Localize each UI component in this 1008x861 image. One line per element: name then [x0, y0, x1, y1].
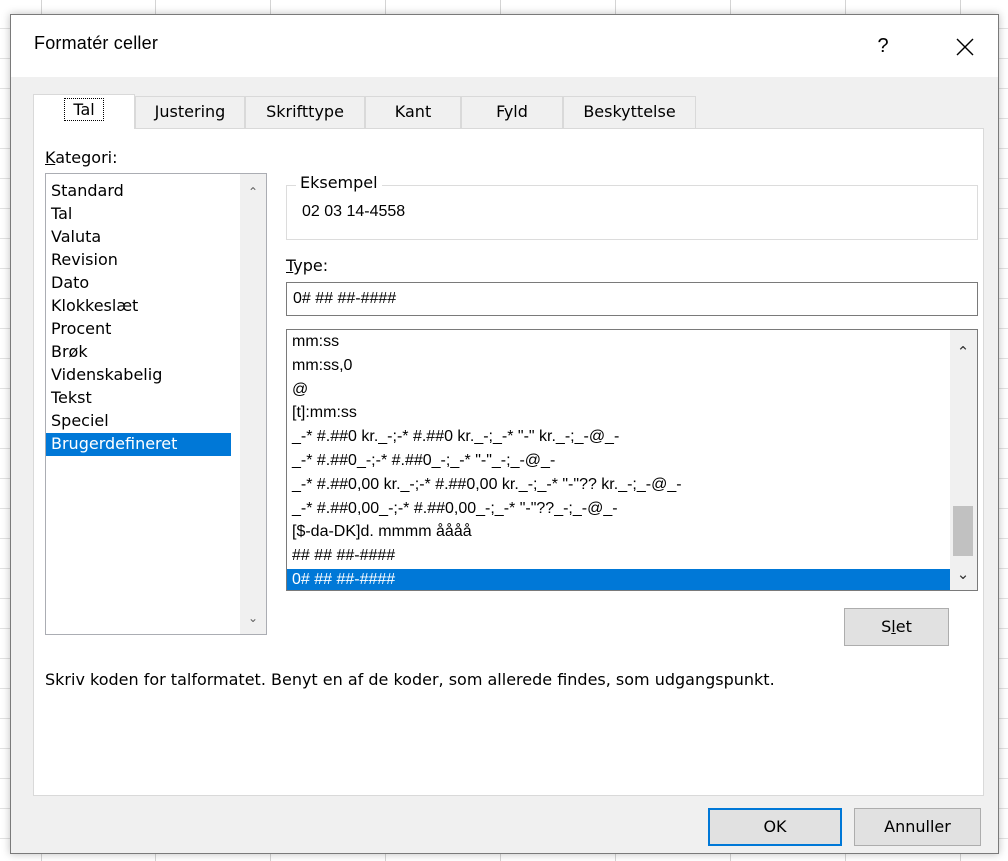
close-icon	[956, 38, 974, 56]
format-code-list[interactable]: mm:ss mm:ss,0 @ [t]:mm:ss _-* #.##0 kr._-;-*…	[286, 329, 978, 591]
category-item[interactable]: Speciel	[46, 410, 231, 433]
format-code-item[interactable]: 0# ## ##-####	[287, 569, 950, 590]
tab-tal-label: Tal	[64, 98, 104, 121]
delete-button[interactable]: Slet	[844, 608, 949, 646]
category-item[interactable]: Videnskabelig	[46, 364, 231, 387]
format-code-item[interactable]: _-* #.##0,00_-;-* #.##0,00_-;_-* "-"??_-…	[287, 498, 950, 521]
sample-value: 02 03 14-4558	[302, 203, 406, 220]
format-code-item[interactable]: [$-da-DK]d. mmmm åååå	[287, 521, 950, 544]
scroll-down-icon[interactable]: ⌄	[950, 562, 976, 586]
tab-beskyttelse[interactable]: Beskyttelse	[563, 96, 696, 128]
category-item[interactable]: Brøk	[46, 341, 231, 364]
category-item[interactable]: Tekst	[46, 387, 231, 410]
tab-fyld[interactable]: Fyld	[461, 96, 563, 128]
format-code-item[interactable]: ## ## ##-####	[287, 545, 950, 568]
type-label: Type:	[286, 256, 329, 275]
sample-label: Eksempel	[296, 173, 382, 192]
category-label: Kategori:	[45, 148, 118, 167]
category-item[interactable]: Dato	[46, 272, 231, 295]
category-item[interactable]: Standard	[46, 180, 231, 203]
scroll-up-icon[interactable]: ⌃	[240, 180, 266, 204]
tab-justering[interactable]: Justering	[135, 96, 245, 128]
tab-skrifttype[interactable]: Skrifttype	[245, 96, 365, 128]
format-list-scrollbar[interactable]: ⌃ ⌄	[950, 330, 977, 590]
format-cells-dialog: Formatér celler ? Tal Justering Skriftty…	[10, 14, 999, 854]
scroll-down-icon[interactable]: ⌄	[240, 606, 266, 630]
tab-tal[interactable]: Tal	[33, 94, 135, 129]
type-input[interactable]: 0# ## ##-####	[286, 282, 978, 316]
scroll-up-icon[interactable]: ⌃	[950, 340, 976, 364]
sample-group: Eksempel 02 03 14-4558	[286, 173, 978, 240]
format-code-item[interactable]: _-* #.##0_-;-* #.##0_-;_-* "-"_-;_-@_-	[287, 450, 950, 473]
category-item[interactable]: Revision	[46, 249, 231, 272]
scrollbar-thumb[interactable]	[953, 506, 973, 556]
dialog-title: Formatér celler	[34, 33, 159, 53]
category-item[interactable]: Procent	[46, 318, 231, 341]
category-list[interactable]: Standard Tal Valuta Revision Dato Klokkeslæt P…	[45, 173, 267, 635]
close-button[interactable]	[945, 29, 985, 63]
tab-strip: Tal Justering Skrifttype Kant Fyld Besky…	[33, 94, 733, 129]
number-tab-page: Kategori: Standard Tal Valuta Revision Dato K…	[33, 128, 984, 796]
help-button[interactable]: ?	[863, 29, 903, 63]
hint-text: Skriv koden for talformatet. Benyt en af…	[45, 670, 775, 689]
category-item[interactable]: Valuta	[46, 226, 231, 249]
cancel-button[interactable]: Annuller	[854, 808, 981, 846]
category-item[interactable]: Klokkeslæt	[46, 295, 231, 318]
format-code-item[interactable]: @	[287, 379, 950, 402]
category-scrollbar[interactable]: ⌃ ⌄	[240, 174, 266, 634]
format-code-item[interactable]: _-* #.##0 kr._-;-* #.##0 kr._-;_-* "-" k…	[287, 426, 950, 449]
format-code-item[interactable]: _-* #.##0,00 kr._-;-* #.##0,00 kr._-;_-*…	[287, 474, 950, 497]
title-bar: Formatér celler ?	[11, 15, 998, 77]
category-item[interactable]: Brugerdefineret	[46, 433, 231, 456]
format-code-item[interactable]: [t]:mm:ss	[287, 402, 950, 425]
tab-kant[interactable]: Kant	[365, 96, 461, 128]
ok-button[interactable]: OK	[708, 808, 842, 846]
category-item[interactable]: Tal	[46, 203, 231, 226]
format-code-item[interactable]: mm:ss	[287, 331, 950, 354]
format-code-item[interactable]: mm:ss,0	[287, 355, 950, 378]
